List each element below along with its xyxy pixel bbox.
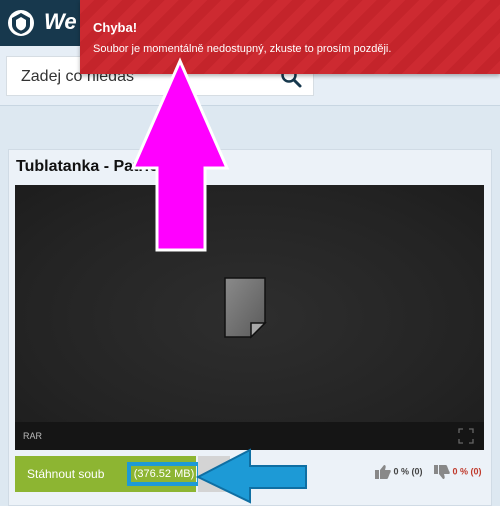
download-button[interactable]: Stáhnout soub (376.52 MB) <box>15 456 201 492</box>
dislike-percentage: 0 % (0) <box>452 466 482 477</box>
brand-name[interactable]: We <box>44 8 77 36</box>
file-extension-label: RAR <box>23 431 43 441</box>
thumbs-up-icon[interactable] <box>375 465 391 479</box>
thumbs-down-icon[interactable] <box>434 465 450 479</box>
shield-logo-icon[interactable] <box>6 8 36 38</box>
file-title: Tublatanka - Patrio...).rar <box>16 158 204 175</box>
error-message: Soubor je momentálně nedostupný, zkuste … <box>93 43 392 55</box>
secondary-action-button[interactable] <box>198 456 230 492</box>
document-file-icon <box>224 277 267 339</box>
error-title: Chyba! <box>93 20 138 35</box>
error-notification[interactable]: Chyba! Soubor je momentálně nedostupný, … <box>80 0 500 74</box>
dislike-vote[interactable]: 0 % (0) <box>434 465 482 479</box>
preview-control-bar: RAR <box>15 422 484 450</box>
like-vote[interactable]: 0 % (0) <box>375 465 423 479</box>
download-label: Stáhnout soub <box>27 467 105 481</box>
fullscreen-icon[interactable] <box>458 428 474 444</box>
download-file-size: (376.52 MB) <box>127 462 201 486</box>
like-percentage: 0 % (0) <box>393 466 423 477</box>
